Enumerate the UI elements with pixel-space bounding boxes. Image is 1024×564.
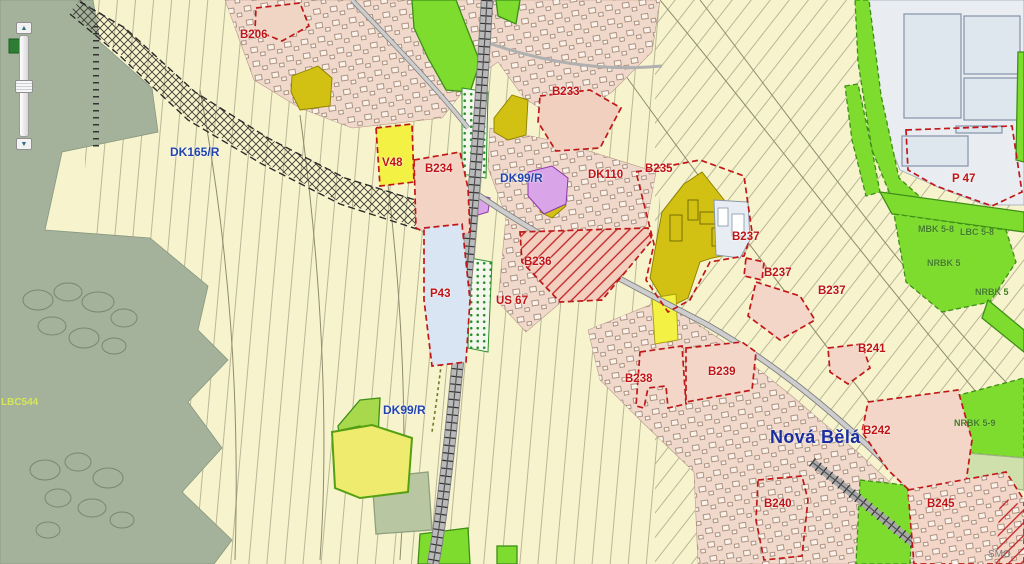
zoom-out-button[interactable]: ▼ [16, 138, 32, 150]
map-canvas [0, 0, 1024, 564]
zoom-control: ▲ ▼ [15, 22, 33, 150]
zone-v48 [376, 124, 414, 186]
zoom-in-button[interactable]: ▲ [16, 22, 32, 34]
zoom-slider-handle[interactable] [15, 80, 33, 93]
hall-zone [714, 200, 750, 258]
zone-b237-a [744, 258, 764, 280]
zone-p43 [424, 224, 470, 366]
zone-dk99-area [332, 425, 412, 498]
map-viewport[interactable]: B206 B233 V48 B234 DK110 B235 B237 B237 … [0, 0, 1024, 564]
zoom-slider-track[interactable] [19, 35, 29, 137]
